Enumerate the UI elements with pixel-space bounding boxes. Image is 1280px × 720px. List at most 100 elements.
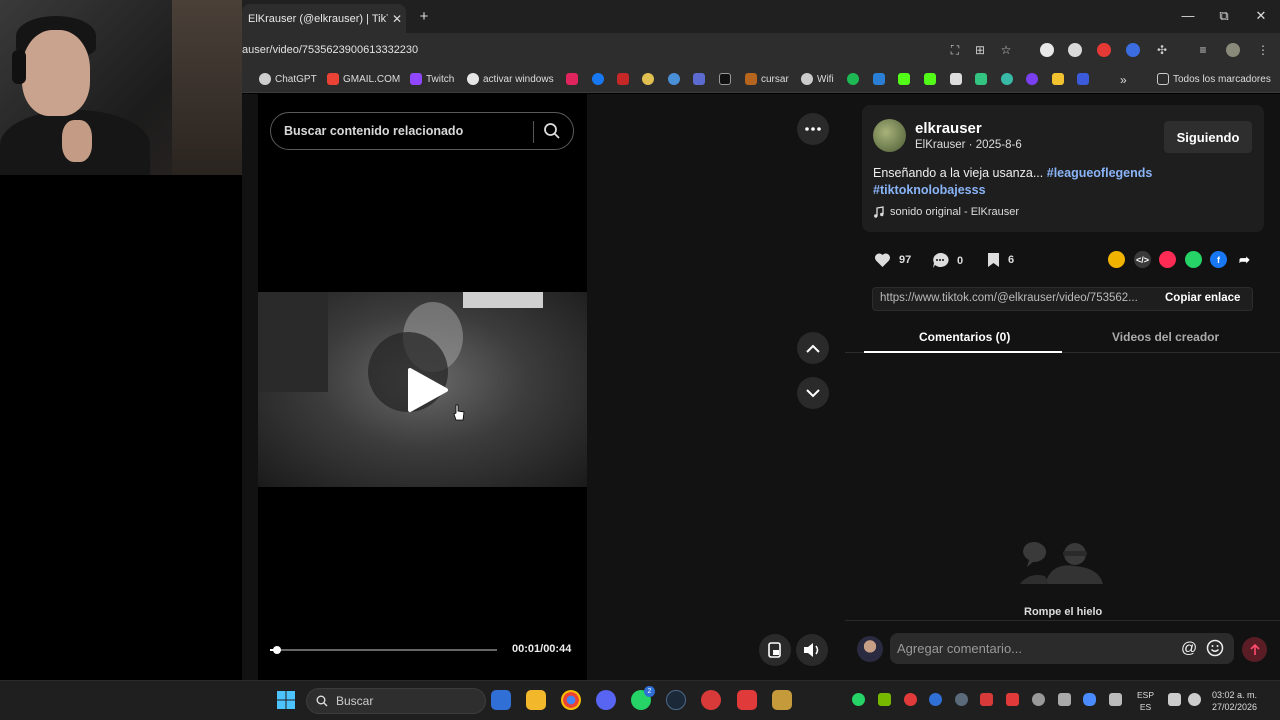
steam-app-icon[interactable] (666, 690, 686, 710)
discord-app-icon[interactable] (596, 690, 616, 710)
whatsapp-icon[interactable] (1185, 251, 1202, 268)
extension-red-icon[interactable] (1097, 43, 1111, 57)
tray-steam-icon[interactable] (955, 693, 968, 706)
tray-whatsapp-icon[interactable] (852, 693, 865, 706)
chrome-app-icon[interactable] (561, 690, 581, 710)
embed-icon[interactable]: </> (1134, 251, 1151, 268)
bookmark-yellow-icon[interactable] (642, 73, 654, 85)
comment-count-button[interactable]: 0 (931, 252, 963, 269)
bookmark-cursar[interactable]: cursar (745, 73, 789, 85)
facebook-icon[interactable]: f (1210, 251, 1227, 268)
bookmark-x-icon[interactable] (719, 73, 731, 85)
bookmark-kick2-icon[interactable] (924, 73, 936, 85)
play-icon[interactable] (404, 366, 450, 414)
bookmark-wifi[interactable]: Wifi (801, 73, 834, 85)
riot-app-icon[interactable] (701, 690, 721, 710)
bookmark-activar-windows[interactable]: activar windows (467, 73, 554, 85)
bookmark-teal-icon[interactable] (1001, 73, 1013, 85)
creator-username[interactable]: elkrauser (915, 120, 982, 137)
profile-avatar[interactable] (1226, 43, 1240, 57)
tab-creator-videos[interactable]: Videos del creador (1112, 330, 1219, 344)
bookmark-purple-icon[interactable] (693, 73, 705, 85)
send-to-friends-icon[interactable] (1159, 251, 1176, 268)
video-progress-bar[interactable] (270, 646, 497, 654)
extension-blue-icon[interactable] (1126, 43, 1140, 57)
tray-nvidia-icon[interactable] (878, 693, 891, 706)
bookmarks-overflow-button[interactable]: » (1120, 73, 1127, 87)
hashtag-link[interactable]: #leagueoflegends (1047, 166, 1153, 180)
valorant-app-icon[interactable] (737, 690, 757, 710)
search-icon[interactable] (543, 122, 561, 140)
restore-button[interactable]: ⧉ (1214, 8, 1234, 24)
bookmark-twitch[interactable]: Twitch (410, 73, 454, 85)
bookmark-green-icon[interactable] (975, 73, 987, 85)
usb-icon[interactable] (1058, 693, 1071, 706)
microphone-icon[interactable] (1083, 693, 1096, 706)
tab-close-icon[interactable]: ✕ (388, 12, 406, 26)
mention-icon[interactable]: @ (1181, 640, 1197, 658)
close-window-button[interactable]: ✕ (1251, 8, 1271, 24)
bookmark-paypal-icon[interactable] (873, 73, 885, 85)
league-app-icon[interactable] (772, 690, 792, 710)
all-bookmarks[interactable]: Todos los marcadores (1157, 73, 1271, 85)
bookmark-canva-icon[interactable] (1026, 73, 1038, 85)
like-button[interactable]: 97 (874, 252, 911, 268)
previous-video-button[interactable] (797, 332, 829, 364)
bluetooth-icon[interactable] (929, 693, 942, 706)
browser-tab[interactable]: ElKrauser (@elkrauser) | TikTok ✕ (242, 4, 406, 33)
reading-list-icon[interactable]: ≡ (1196, 43, 1210, 57)
repost-icon[interactable] (1108, 251, 1125, 268)
system-clock[interactable]: 03:02 a. m. 27/02/2026 (1212, 689, 1257, 713)
minimize-button[interactable]: — (1178, 8, 1198, 23)
install-app-icon[interactable]: ⊞ (973, 43, 987, 57)
taskbar-search[interactable]: Buscar (306, 688, 486, 714)
video-link-text[interactable]: https://www.tiktok.com/@elkrauser/video/… (880, 292, 1148, 304)
related-search-input[interactable]: Buscar contenido relacionado (270, 112, 574, 150)
following-button[interactable]: Siguiendo (1164, 121, 1252, 153)
next-video-button[interactable] (797, 377, 829, 409)
extensions-puzzle-icon[interactable]: ✣ (1155, 43, 1169, 57)
save-button[interactable]: 6 (987, 252, 1014, 268)
tray-red-icon[interactable] (904, 693, 917, 706)
extension-cat-icon[interactable] (1068, 43, 1082, 57)
bookmark-gmail[interactable]: GMAIL.COM (327, 73, 400, 85)
share-arrow-icon[interactable]: ➦ (1236, 251, 1253, 268)
new-tab-button[interactable]: + (416, 8, 432, 25)
bookmark-ghost-icon[interactable] (950, 73, 962, 85)
sound-link[interactable]: sonido original - ElKrauser (873, 206, 1019, 218)
network-icon[interactable] (1168, 693, 1181, 706)
copy-link-button[interactable]: Copiar enlace (1165, 292, 1240, 304)
tray-xbox-icon[interactable] (1032, 693, 1045, 706)
hashtag-link[interactable]: #tiktoknolobajesss (873, 183, 986, 197)
creator-avatar[interactable] (873, 119, 906, 152)
emoji-icon[interactable] (1206, 639, 1224, 657)
bookmark-shield-icon[interactable] (617, 73, 629, 85)
translate-icon[interactable]: ⛶ (948, 43, 962, 57)
browser-menu-icon[interactable]: ⋮ (1256, 43, 1270, 57)
bookmark-star-icon[interactable]: ☆ (999, 43, 1013, 57)
more-options-button[interactable] (797, 113, 829, 145)
store-app-icon[interactable] (491, 690, 511, 710)
picture-in-picture-button[interactable] (759, 634, 791, 666)
bookmark-facebook-icon[interactable] (592, 73, 604, 85)
mouse-cursor-icon (453, 404, 465, 421)
extension-g-icon[interactable] (1040, 43, 1054, 57)
bookmark-youtube-icon[interactable] (566, 73, 578, 85)
bookmark-kick-icon[interactable] (898, 73, 910, 85)
bookmark-chatgpt[interactable]: ChatGPT (259, 73, 317, 85)
volume-tray-icon[interactable] (1188, 693, 1201, 706)
file-explorer-icon[interactable] (526, 690, 546, 710)
bookmark-f-icon[interactable] (1077, 73, 1089, 85)
keyboard-icon[interactable] (1109, 693, 1122, 706)
bookmark-blue-icon[interactable] (668, 73, 680, 85)
url-field[interactable]: auser/video/7535623900613332230 (242, 44, 418, 56)
tab-comments[interactable]: Comentarios (0) (919, 330, 1010, 344)
bookmark-spotify-icon[interactable] (847, 73, 859, 85)
tray-valorant-icon[interactable] (980, 693, 993, 706)
send-comment-button[interactable] (1242, 637, 1267, 662)
tray-riot-icon[interactable] (1006, 693, 1019, 706)
bookmark-star-ext-icon[interactable] (1052, 73, 1064, 85)
windows-start-icon[interactable] (277, 691, 295, 709)
volume-button[interactable] (796, 634, 828, 666)
language-indicator[interactable]: ESP ES (1137, 689, 1154, 713)
